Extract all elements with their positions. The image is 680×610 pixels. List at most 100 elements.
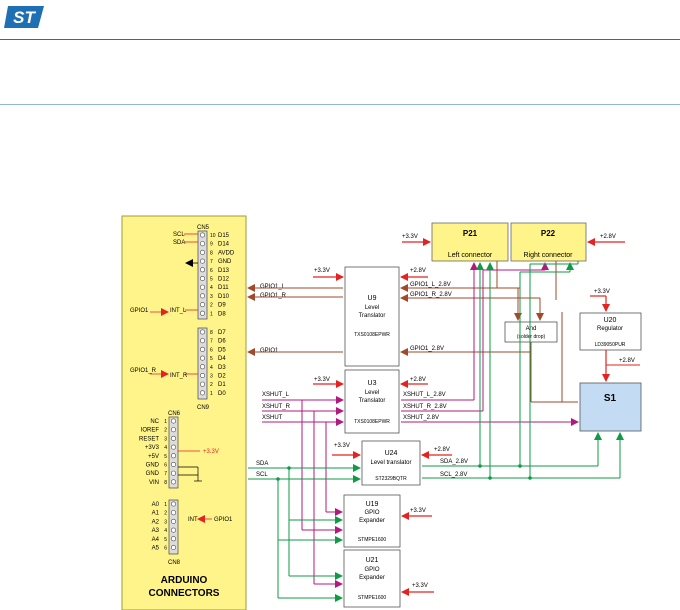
cn9-pin-label: D3 (218, 365, 226, 371)
cn9-pin (200, 355, 206, 361)
u21-v33-in: +3.3V (412, 583, 428, 589)
cn5-pin-number: 2 (210, 303, 213, 309)
net-gpio1-l-28: GPIO1_L_2.8V (410, 282, 451, 288)
u20-line2: Regulator (597, 326, 623, 332)
net-xshut-r-28: XSHUT_R_2.8V (403, 404, 447, 410)
cn8-pin (171, 501, 177, 507)
cn9-pin-label: D4 (218, 356, 226, 362)
p21-sub: Left connector (448, 252, 493, 259)
cn5-int-label: INT_L (170, 308, 187, 314)
u3-name: U3 (368, 380, 377, 387)
net-sda: SDA (256, 461, 268, 467)
cn8-pin-label: A5 (152, 546, 160, 552)
cn6-pin-number: 1 (164, 419, 167, 425)
u19-name: U19 (366, 501, 379, 508)
cn5-pin-label: D11 (218, 285, 229, 291)
u9-v33-in: +3.3V (314, 268, 330, 274)
cn5-pin-label: D15 (218, 233, 230, 239)
cn5-scl-label: SCL (173, 232, 185, 238)
cn8-pin-label: A4 (152, 537, 160, 543)
cn9-pin-number: 3 (210, 374, 213, 380)
arduino-panel (121, 215, 247, 610)
cn5-pin-label: D8 (218, 311, 226, 317)
cn6-pin (171, 435, 177, 441)
arduino-label-line1: ARDUINO (161, 575, 208, 586)
cn8-pin (171, 544, 177, 550)
cn9-pin-label: D7 (218, 330, 226, 336)
cn6-pin (171, 453, 177, 459)
u24-line2: Level translator (370, 460, 411, 466)
cn5-pin-label: D12 (218, 277, 230, 283)
u3-line2: Level (365, 390, 379, 396)
cn6-pin-number: 3 (164, 436, 167, 442)
p22-v28: +2.8V (600, 234, 616, 240)
cn6-pin-label: RESET (139, 436, 159, 442)
u19-line2: GPIO (364, 510, 379, 516)
s1-block (579, 382, 642, 432)
p22-sub: Right connector (523, 252, 573, 259)
cn6-pin (171, 461, 177, 467)
cn8-title: CN8 (168, 560, 181, 566)
cn8-pin-label: A1 (152, 511, 160, 517)
cn6-pin (171, 479, 177, 485)
u21-part: STMPE1600 (358, 595, 387, 601)
net-xshut-l-28: XSHUT_L_2.8V (403, 392, 446, 398)
cn6-pin (171, 427, 177, 433)
cn8-pin-label: A0 (152, 502, 160, 508)
net-sda-28: SDA_2.8V (440, 459, 468, 465)
cn5-pin-label: D9 (218, 303, 226, 309)
u20-v28-out: +2.8V (619, 358, 635, 364)
cn5-pin (200, 302, 206, 308)
cn5-pin-number: 10 (210, 233, 216, 239)
u20-part: LD39050PUR (595, 342, 626, 348)
net-xshut-28: XSHUT_2.8V (403, 415, 439, 421)
u3-line3: Translator (359, 398, 386, 404)
u9-part: TXS0108EPWR (354, 332, 390, 338)
cn8-pin-number: 4 (164, 528, 167, 534)
cn6-pin-label: VIN (149, 480, 159, 486)
cn6-pin-label: GND (146, 471, 160, 477)
cn5-pin-label: D14 (218, 242, 230, 248)
cn9-pin-number: 8 (210, 330, 213, 336)
cn5-pin-number: 1 (210, 311, 213, 317)
u21-line2: GPIO (364, 567, 379, 573)
cn6-pin-number: 4 (164, 445, 167, 451)
u24-name: U24 (385, 450, 398, 457)
u9-line3: Translator (359, 313, 386, 319)
net-xshut-r: XSHUT_R (262, 404, 291, 410)
cn6-pin-label: GND (146, 463, 160, 469)
cn6-pin (171, 444, 177, 450)
p21-v33: +3.3V (402, 234, 418, 240)
net-gpio1-l: GPIO1_L (260, 284, 286, 290)
cn6-title: CN6 (168, 411, 181, 417)
s1-name: S1 (604, 393, 617, 404)
cn5-pin-number: 6 (210, 268, 213, 274)
cn6-pin-label: IOREF (141, 428, 160, 434)
cn6-pin-label: +3V3 (145, 445, 160, 451)
cn9-pin-number: 5 (210, 356, 213, 362)
u21-line3: Expander (359, 575, 385, 581)
cn5-pin (200, 310, 206, 316)
cn9-pin-number: 2 (210, 382, 213, 388)
cn9-pin-label: D2 (218, 374, 226, 380)
cn6-pin (171, 470, 177, 476)
cn9-pin (200, 372, 206, 378)
net-gpio1-r: GPIO1_R (260, 293, 287, 299)
cn5-pin (200, 284, 206, 290)
cn6-pin-number: 6 (164, 463, 167, 469)
arduino-label-line2: CONNECTORS (149, 588, 220, 599)
cn8-pin-number: 3 (164, 519, 167, 525)
u19-line3: Expander (359, 518, 385, 524)
cn5-pin-number: 8 (210, 250, 213, 256)
u19-v33-in: +3.3V (410, 508, 426, 514)
cn6-pin-number: 2 (164, 428, 167, 434)
u24-v33-in: +3.3V (334, 443, 350, 449)
cn5-pin (200, 232, 206, 238)
cn5-pin-label: GND (218, 259, 232, 265)
net-scl: SCL (256, 472, 268, 478)
net-xshut-l: XSHUT_L (262, 392, 290, 398)
net-gpio1-28: GPIO1_2.8V (410, 346, 444, 352)
and-line2: (solder drop) (517, 334, 546, 340)
cn9-pin (200, 390, 206, 396)
cn9-pin (200, 346, 206, 352)
